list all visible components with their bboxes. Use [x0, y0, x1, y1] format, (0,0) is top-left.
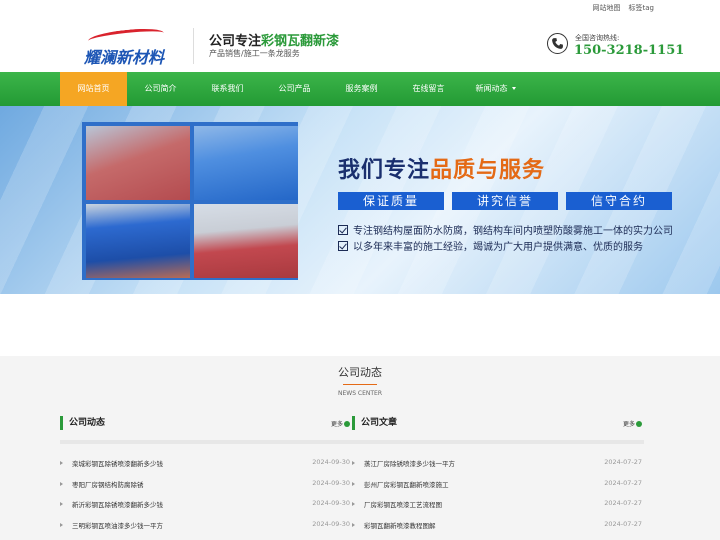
plus-icon — [636, 421, 642, 427]
article-title: 蒸江厂房除锈喷漆多少钱一平方 — [364, 460, 455, 468]
panel-divider — [352, 440, 644, 444]
list-item[interactable]: 蒸江厂房除锈喷漆多少钱一平方 2024-07-27 — [352, 458, 644, 479]
nav-item-about[interactable]: 公司简介 — [127, 72, 194, 106]
header-slogan: 公司专注彩钢瓦翻新漆 — [209, 30, 339, 49]
site-header: 耀澜新材料 公司专注彩钢瓦翻新漆 产品销售/施工一条龙服务 全国咨询热线: 15… — [0, 16, 720, 72]
slogan-prefix: 公司专注 — [209, 34, 262, 49]
article-date: 2024-07-27 — [604, 478, 642, 487]
news-section-title: 公司动态 — [338, 366, 382, 379]
logo[interactable]: 耀澜新材料 — [82, 26, 182, 67]
logo-text: 耀澜新材料 — [84, 48, 165, 67]
news-date: 2024-09-30 — [312, 458, 350, 466]
top-bar: 网站地图 标签tag — [0, 0, 720, 16]
hotline-label: 全国咨询热线: — [575, 34, 620, 42]
news-title: 枣阳厂房钢结构防腐除锈 — [72, 480, 144, 489]
header-subslogan: 产品销售/施工一条龙服务 — [209, 49, 300, 58]
banner-line-1: 专注钢结构屋面防水防腐，钢结构车间内喷塑防酸雾施工一体的实力公司 — [338, 222, 673, 237]
more-label: 更多 — [622, 421, 635, 428]
news-title: 栾城彩钢瓦除锈喷漆翻新多少钱 — [72, 460, 163, 468]
hero-banner[interactable]: 我们专注品质与服务 保证质量 讲究信誉 信守合约 专注钢结构屋面防水防腐，钢结构… — [0, 106, 720, 294]
nav-item-home[interactable]: 网站首页 — [60, 72, 127, 106]
banner-title-prefix: 我们专注 — [338, 158, 431, 183]
nav-item-news[interactable]: 新闻动态 — [462, 72, 529, 106]
news-date: 2024-09-30 — [312, 519, 350, 528]
article-title: 彩钢瓦翻新喷漆教程图解 — [364, 521, 436, 530]
banner-title: 我们专注品质与服务 — [338, 152, 545, 184]
panel-divider — [60, 440, 352, 444]
banner-photo-grid — [82, 122, 298, 280]
hotline-number[interactable]: 150-3218-1151 — [574, 43, 684, 58]
company-articles-title: 公司文章 — [352, 416, 644, 430]
tags-link[interactable]: 标签tag — [629, 3, 654, 13]
company-articles-more-link[interactable]: 更多 — [623, 419, 642, 428]
list-item[interactable]: 枣阳厂房钢结构防腐除锈 2024-09-30 — [60, 479, 352, 500]
list-item[interactable]: 厂房彩钢瓦喷漆工艺流程图 2024-07-27 — [352, 499, 644, 520]
top-links: 网站地图 标签tag — [593, 3, 654, 13]
main-nav: 网站首页 公司简介 联系我们 公司产品 服务案例 在线留言 新闻动态 — [0, 72, 720, 106]
checkbox-icon — [338, 240, 348, 251]
roof-photo-4 — [194, 204, 298, 278]
nav-item-message[interactable]: 在线留言 — [395, 72, 462, 106]
news-section-divider — [343, 384, 377, 385]
roof-photo-3 — [86, 204, 190, 278]
banner-title-highlight: 品质与服务 — [430, 158, 546, 183]
article-title: 厂房彩钢瓦喷漆工艺流程图 — [364, 501, 442, 509]
company-news-title: 公司动态 — [60, 416, 352, 430]
banner-line-2-text: 以多年来丰富的施工经验，竭诚为广大用户提供满意、优质的服务 — [353, 242, 643, 253]
banner-tag: 讲究信誉 — [452, 192, 558, 210]
company-articles-panel: 公司文章 更多 蒸江厂房除锈喷漆多少钱一平方 2024-07-27 彭州厂房彩钢瓦… — [352, 416, 644, 540]
banner-tags: 保证质量 讲究信誉 信守合约 — [338, 192, 672, 210]
banner-line-1-text: 专注钢结构屋面防水防腐，钢结构车间内喷塑防酸雾施工一体的实力公司 — [353, 226, 673, 237]
news-section-subtitle: NEWS CENTER — [337, 390, 383, 397]
banner-tag: 保证质量 — [338, 192, 444, 210]
plus-icon — [344, 421, 350, 427]
article-title: 彭州厂房彩钢瓦翻新喷漆施工 — [364, 480, 449, 489]
article-date: 2024-07-27 — [604, 499, 642, 507]
banner-tag: 信守合约 — [566, 192, 672, 210]
list-item[interactable]: 彩钢瓦翻新喷漆教程图解 2024-07-27 — [352, 520, 644, 540]
checkbox-icon — [338, 224, 348, 235]
company-news-panel: 公司动态 更多 栾城彩钢瓦除锈喷漆翻新多少钱 2024-09-30 枣阳厂房钢结构… — [60, 416, 352, 540]
chevron-down-icon — [511, 87, 516, 90]
nav-item-news-label: 新闻动态 — [475, 84, 508, 93]
nav-item-cases[interactable]: 服务案例 — [328, 72, 395, 106]
news-title: 新沂彩钢瓦除锈喷漆翻新多少钱 — [72, 501, 163, 509]
company-news-more-link[interactable]: 更多 — [331, 419, 350, 428]
list-item[interactable]: 三明彩钢瓦喷油漆多少钱一平方 2024-09-30 — [60, 520, 352, 540]
article-date: 2024-07-27 — [604, 458, 642, 466]
nav-item-contact[interactable]: 联系我们 — [194, 72, 261, 106]
article-date: 2024-07-27 — [604, 519, 642, 528]
news-date: 2024-09-30 — [312, 499, 350, 507]
banner-line-2: 以多年来丰富的施工经验，竭诚为广大用户提供满意、优质的服务 — [338, 238, 643, 253]
nav-item-products[interactable]: 公司产品 — [261, 72, 328, 106]
slogan-highlight: 彩钢瓦翻新漆 — [261, 34, 340, 49]
news-date: 2024-09-30 — [312, 478, 350, 487]
list-item[interactable]: 彭州厂房彩钢瓦翻新喷漆施工 2024-07-27 — [352, 479, 644, 500]
roof-photo-1 — [86, 126, 190, 200]
news-title: 三明彩钢瓦喷油漆多少钱一平方 — [72, 521, 163, 530]
phone-icon — [547, 33, 568, 54]
more-label: 更多 — [330, 421, 343, 428]
roof-photo-2 — [194, 126, 298, 200]
list-item[interactable]: 栾城彩钢瓦除锈喷漆翻新多少钱 2024-09-30 — [60, 458, 352, 479]
header-divider — [193, 28, 194, 64]
list-item[interactable]: 新沂彩钢瓦除锈喷漆翻新多少钱 2024-09-30 — [60, 499, 352, 520]
sitemap-link[interactable]: 网站地图 — [593, 3, 621, 13]
